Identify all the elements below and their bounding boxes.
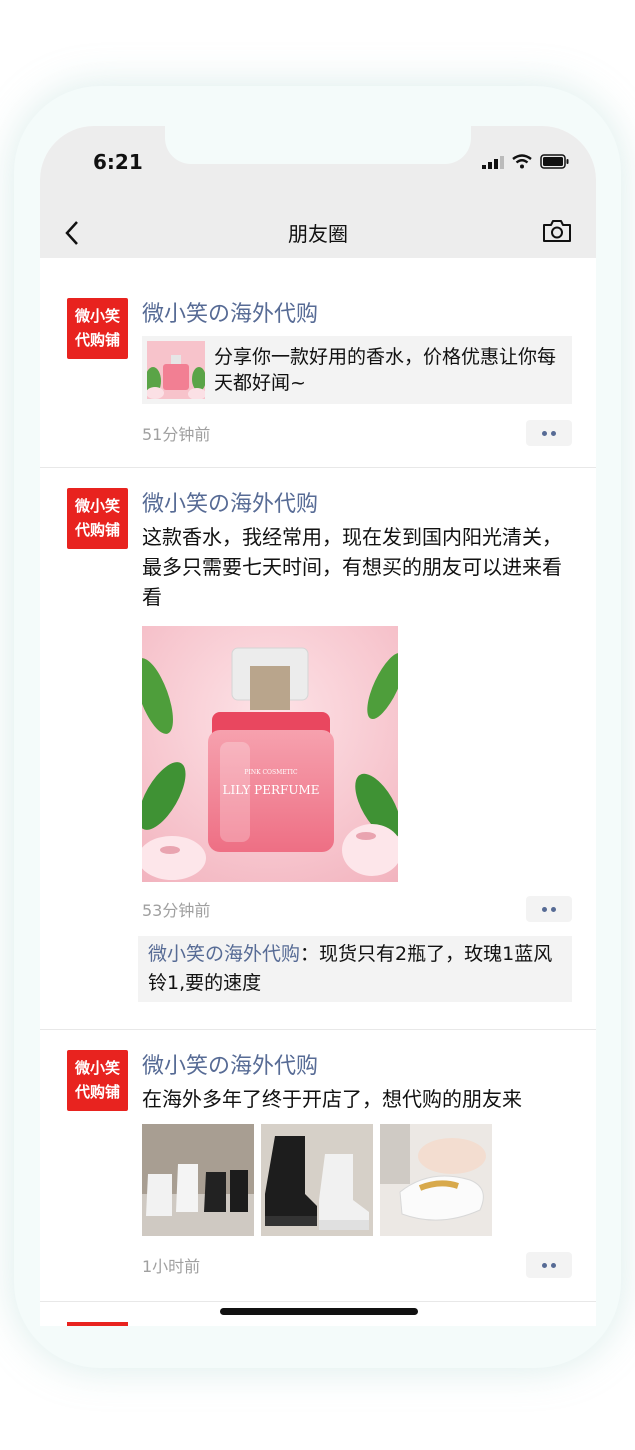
avatar-text-line2: 代购铺: [74, 521, 120, 539]
bottle-label-small: PINK COSMETIC: [244, 769, 298, 776]
more-actions-button[interactable]: [526, 896, 572, 922]
white-boots-image: [142, 1124, 254, 1236]
home-indicator: [220, 1308, 418, 1315]
post-image[interactable]: PINK COSMETIC LILY PERFUME: [142, 626, 398, 882]
back-arrow-icon[interactable]: [64, 220, 80, 246]
page-title: 朋友圈: [288, 221, 348, 246]
post-username[interactable]: 微小笑の海外代购: [142, 1048, 572, 1084]
avatar[interactable]: 微小笑 代购铺: [67, 1050, 128, 1111]
post-time: 53分钟前: [142, 901, 211, 920]
phone-screen: 6:21 朋友圈 微小笑 代购铺 微小笑の海外代购 分享你一款好用的香水，价格优…: [40, 126, 596, 1326]
avatar-text-line2: 代购铺: [74, 1083, 120, 1101]
moment-post: 微小笑 代购铺 微小笑の海外代购 在海外多年了终于开店了，想代购的朋友来 1小时…: [40, 1030, 596, 1302]
avatar[interactable]: 微小笑 代购铺: [67, 488, 128, 549]
bottle-label: LILY PERFUME: [222, 783, 319, 797]
moments-feed: 微小笑 代购铺 微小笑の海外代购 分享你一款好用的香水，价格优惠让你每天都好闻~…: [40, 258, 596, 1326]
moment-post: 微小笑 代购铺 微小笑の海外代购 分享你一款好用的香水，价格优惠让你每天都好闻~…: [40, 258, 596, 468]
post-text: 这款香水，我经常用，现在发到国内阳光清关，最多只需要七天时间，有想买的朋友可以进…: [142, 525, 562, 609]
comment-separator: ：: [300, 943, 320, 965]
phone-notch: [165, 126, 471, 164]
post-time: 51分钟前: [142, 425, 211, 444]
post-image[interactable]: [261, 1124, 373, 1236]
signal-icon: [482, 155, 504, 169]
post-image[interactable]: [380, 1124, 492, 1236]
status-icons: [482, 154, 570, 169]
more-actions-button[interactable]: [526, 420, 572, 446]
battery-icon: [540, 154, 569, 169]
perfume-bottle-image: PINK COSMETIC LILY PERFUME: [142, 647, 398, 880]
perfume-thumbnail-image: [145, 341, 206, 400]
moment-post: 微小笑 代购铺 微小笑の海外代购 这款香水，我经常用，现在发到国内阳光清关，最多…: [40, 468, 596, 1030]
black-white-boots-image: [261, 1124, 373, 1236]
avatar[interactable]: 微小笑 代购铺: [67, 298, 128, 359]
avatar-text-line1: 微小笑: [74, 307, 120, 325]
shared-link-title: 分享你一款好用的香水，价格优惠让你每天都好闻~: [214, 346, 557, 394]
shared-link-thumbnail: [145, 341, 206, 400]
camera-icon[interactable]: [542, 218, 572, 244]
avatar-text-line2: 代购铺: [74, 331, 120, 349]
comment-box: 微小笑の海外代购：现货只有2瓶了，玫瑰1蓝风铃1,要的速度: [138, 936, 572, 1002]
wifi-icon: [512, 154, 532, 169]
post-username[interactable]: 微小笑の海外代购: [142, 296, 572, 334]
status-time: 6:21: [93, 150, 143, 174]
shared-link-card[interactable]: 分享你一款好用的香水，价格优惠让你每天都好闻~: [142, 336, 572, 404]
navigation-bar: 朋友圈: [40, 206, 596, 258]
post-text: 在海外多年了终于开店了，想代购的朋友来: [142, 1087, 522, 1111]
post-image[interactable]: [142, 1124, 254, 1236]
post-username[interactable]: 微小笑の海外代购: [142, 486, 572, 522]
avatar[interactable]: [67, 1322, 128, 1326]
comment-author[interactable]: 微小笑の海外代购: [148, 943, 300, 965]
avatar-text-line1: 微小笑: [74, 1059, 120, 1077]
post-time: 1小时前: [142, 1257, 201, 1276]
more-actions-button[interactable]: [526, 1252, 572, 1278]
avatar-text-line1: 微小笑: [74, 497, 120, 515]
white-loafer-image: [380, 1124, 492, 1236]
